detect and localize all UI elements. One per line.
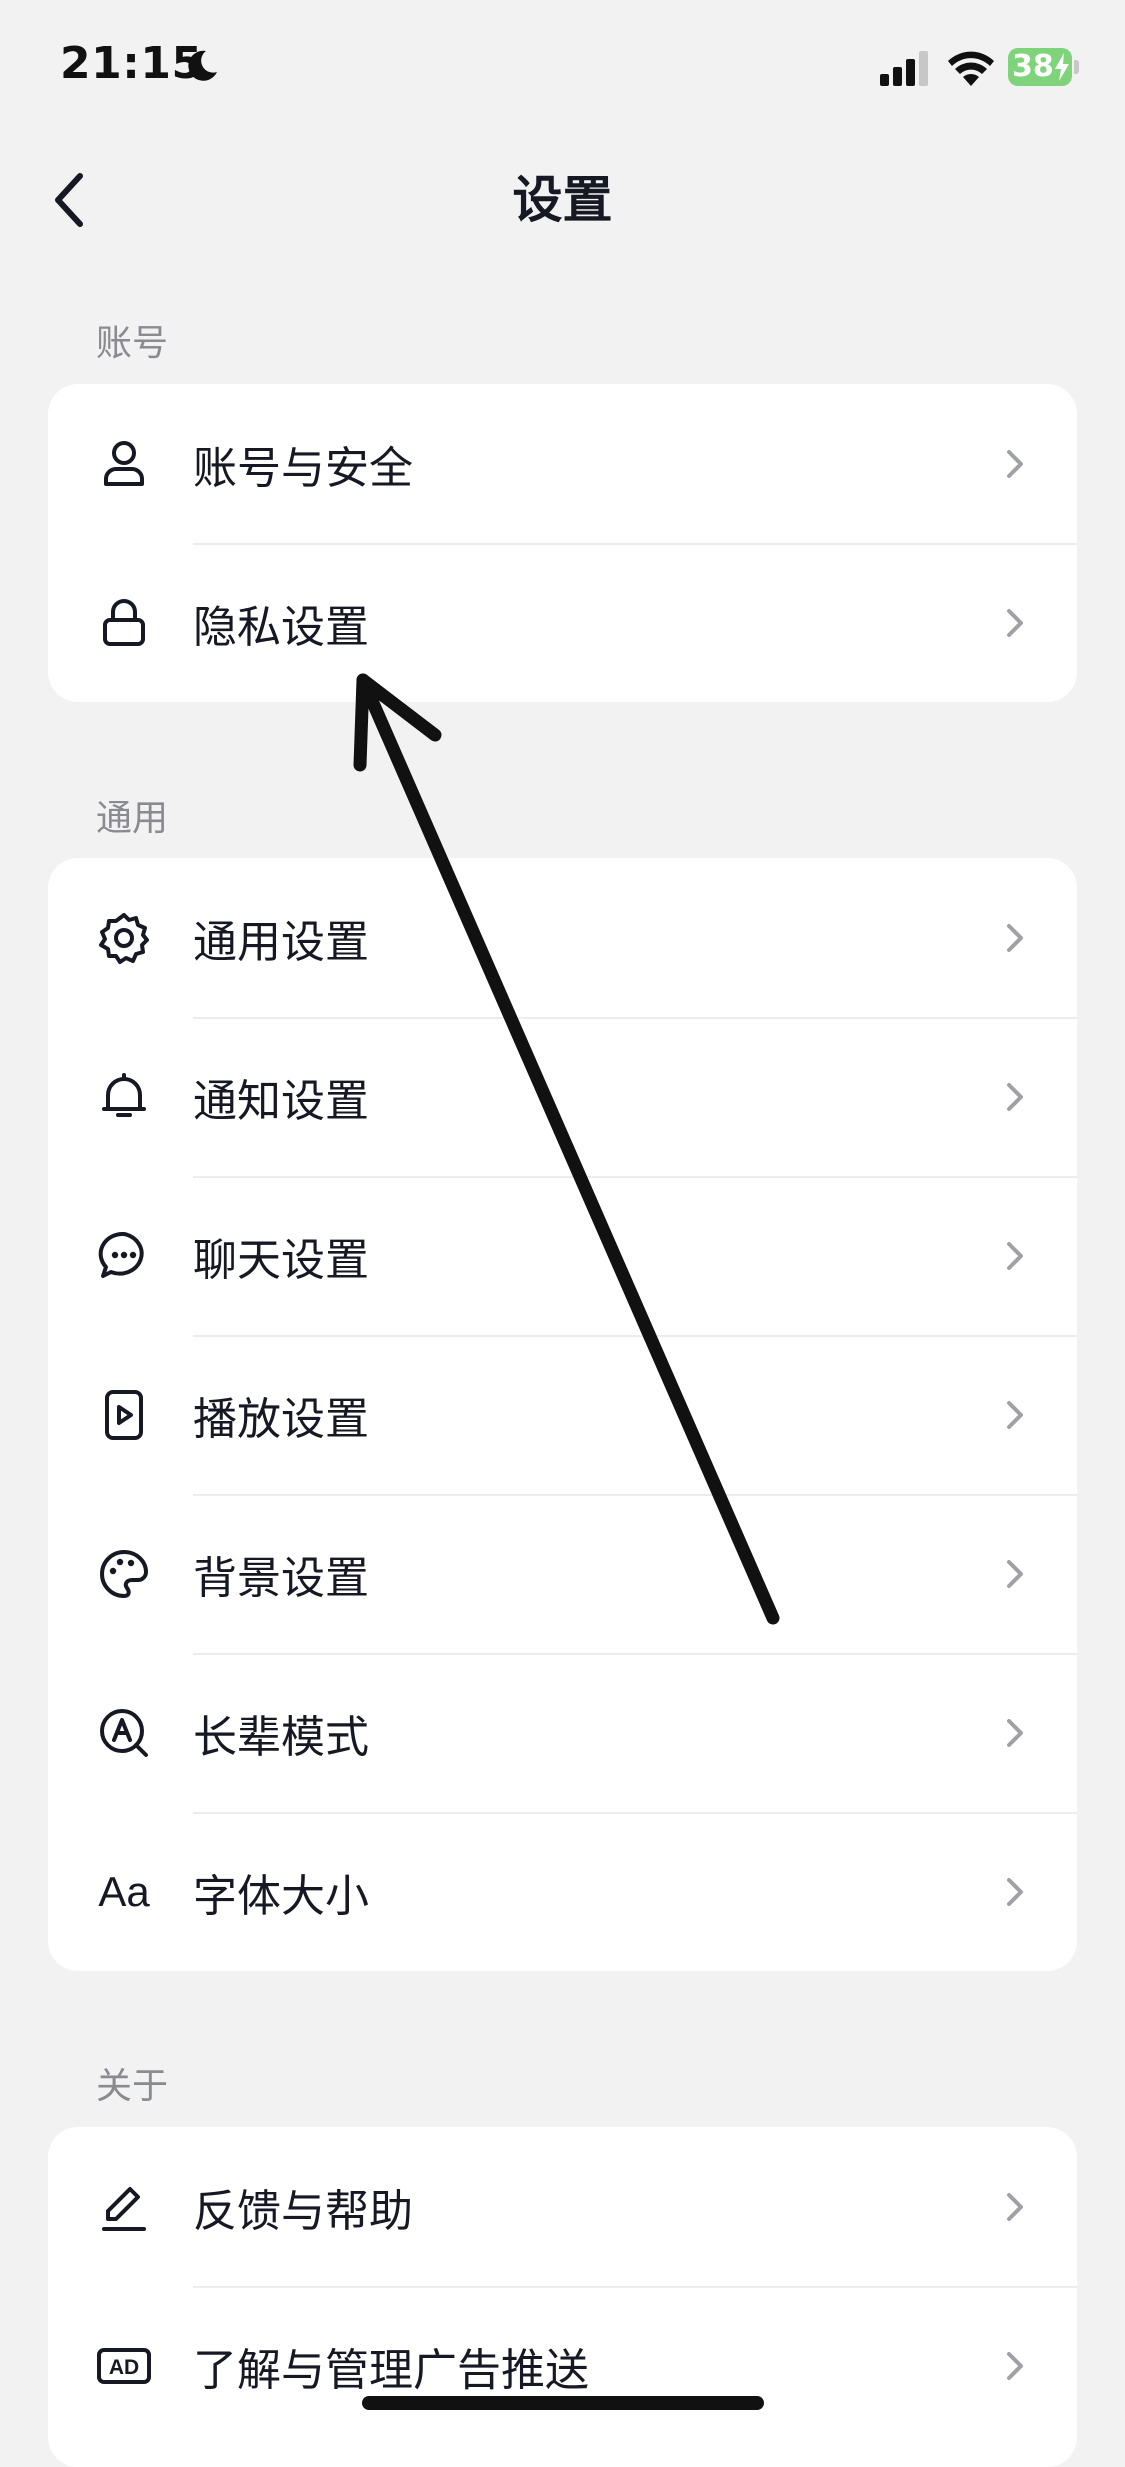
about-card: 反馈与帮助 AD 了解与管理广告推送 [48, 2127, 1077, 2467]
chevron-right-icon [1007, 2351, 1023, 2380]
charging-bolt-icon [1055, 53, 1069, 81]
menu-item-label: 反馈与帮助 [193, 2185, 413, 2237]
chevron-right-icon [1007, 1718, 1023, 1747]
status-time: 21:15 [60, 38, 203, 89]
menu-item-label: 了解与管理广告推送 [193, 2344, 589, 2396]
chevron-right-icon [1007, 1082, 1023, 1111]
font-size-icon: Aa [96, 1864, 152, 1920]
menu-item-label: 字体大小 [193, 1870, 369, 1922]
section-label-about: 关于 [96, 2066, 169, 2107]
battery-level: 38 [1012, 49, 1054, 84]
menu-item-label: 聊天设置 [193, 1234, 369, 1286]
menu-item-font-size[interactable]: Aa 字体大小 [48, 1812, 1077, 1971]
ad-icon-text: AD [109, 2356, 139, 2379]
menu-item-label: 长辈模式 [193, 1711, 369, 1763]
wifi-icon [948, 51, 994, 86]
menu-item-label: 通用设置 [193, 916, 369, 968]
play-icon [96, 1387, 152, 1443]
cellular-signal-icon [880, 51, 928, 86]
menu-item-feedback-help[interactable]: 反馈与帮助 [48, 2127, 1077, 2286]
pencil-icon [96, 2179, 152, 2235]
menu-item-background-settings[interactable]: 背景设置 [48, 1494, 1077, 1653]
chat-bubble-icon [96, 1228, 152, 1284]
chevron-right-icon [1007, 2192, 1023, 2221]
account-card: 账号与安全 隐私设置 [48, 384, 1077, 702]
menu-item-label: 背景设置 [193, 1552, 369, 1604]
menu-item-label: 隐私设置 [193, 601, 369, 653]
menu-item-general-settings[interactable]: 通用设置 [48, 858, 1077, 1017]
elder-mode-icon [96, 1705, 152, 1761]
font-size-icon-text: Aa [98, 1867, 150, 1915]
chevron-right-icon [1007, 1559, 1023, 1588]
battery-icon: 38 [1008, 48, 1080, 86]
menu-item-label: 通知设置 [193, 1075, 369, 1127]
palette-icon [96, 1546, 152, 1602]
general-card: 通用设置 通知设置 聊天设置 播放设置 背景设置 长辈模式 Aa 字体大小 [48, 858, 1077, 1971]
user-icon [96, 436, 152, 492]
moon-icon [188, 50, 217, 81]
battery-cap [1074, 60, 1079, 74]
chevron-right-icon [1007, 1400, 1023, 1429]
page-title: 设置 [512, 171, 613, 229]
section-label-account: 账号 [96, 323, 169, 364]
gear-icon [96, 910, 152, 966]
menu-item-notification-settings[interactable]: 通知设置 [48, 1017, 1077, 1176]
home-indicator[interactable] [362, 2396, 764, 2410]
menu-item-chat-settings[interactable]: 聊天设置 [48, 1176, 1077, 1335]
back-button[interactable] [40, 160, 100, 240]
chevron-right-icon [1007, 449, 1023, 478]
chevron-right-icon [1007, 923, 1023, 952]
ad-icon: AD [96, 2338, 152, 2394]
lock-icon [96, 595, 152, 651]
menu-item-privacy-settings[interactable]: 隐私设置 [48, 543, 1077, 702]
menu-item-label: 播放设置 [193, 1393, 369, 1445]
menu-item-elder-mode[interactable]: 长辈模式 [48, 1653, 1077, 1812]
bell-icon [96, 1069, 152, 1125]
chevron-right-icon [1007, 1241, 1023, 1270]
menu-item-label: 账号与安全 [193, 442, 413, 494]
chevron-right-icon [1007, 608, 1023, 637]
chevron-right-icon [1007, 1877, 1023, 1906]
section-label-general: 通用 [96, 798, 169, 839]
status-bar: 21:15 38 [0, 0, 1125, 140]
menu-item-playback-settings[interactable]: 播放设置 [48, 1335, 1077, 1494]
chevron-left-icon [55, 173, 83, 227]
menu-item-ad-management[interactable]: AD 了解与管理广告推送 [48, 2286, 1077, 2445]
menu-item-account-security[interactable]: 账号与安全 [48, 384, 1077, 543]
